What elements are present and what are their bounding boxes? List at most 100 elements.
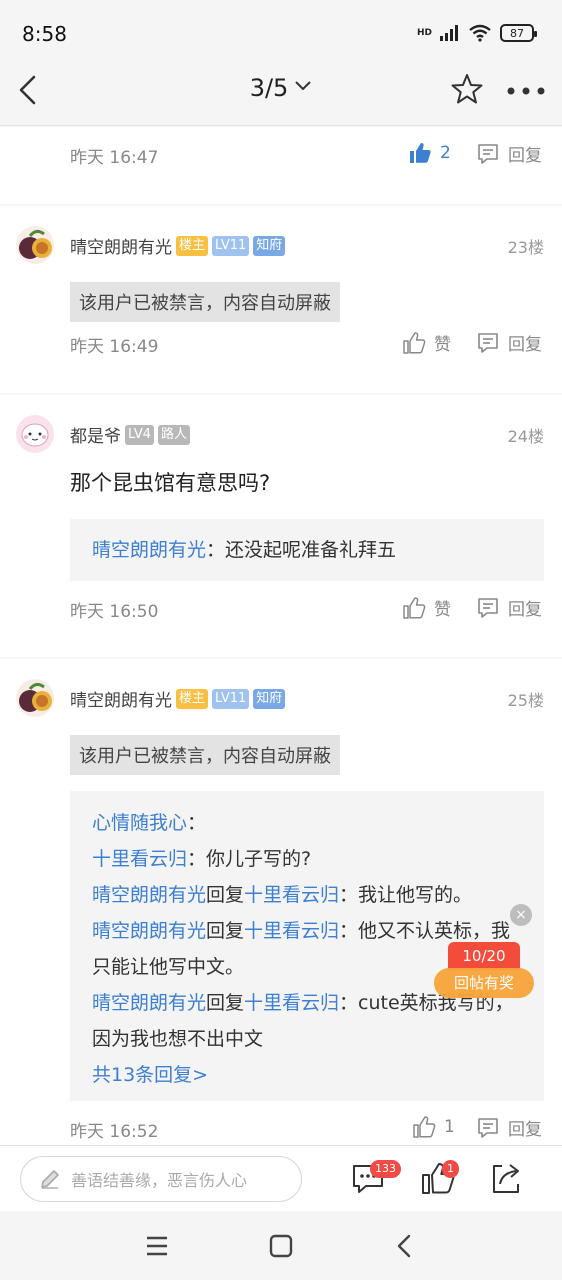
- comment-count-badge: 133: [370, 1160, 401, 1178]
- hd-label: HD: [416, 28, 432, 38]
- status-time: 8:58: [22, 22, 67, 46]
- avatar[interactable]: [16, 415, 54, 453]
- quote-separator: ：: [206, 539, 226, 561]
- sub-reply-text: ：你儿子写的?: [187, 848, 312, 870]
- comment-icon: [478, 332, 498, 353]
- thumbs-up-icon: [403, 331, 426, 354]
- reply-card: 昨天 16:47 2 回复: [0, 127, 562, 204]
- status-bar: 8:58 HD 87: [0, 0, 562, 56]
- comment-icon: [478, 597, 498, 618]
- pencil-icon: [41, 1170, 59, 1189]
- reply-label: 回复: [508, 335, 542, 355]
- floor-number: 23楼: [507, 238, 544, 257]
- username-row: 都是爷 LV4 路人: [70, 422, 190, 447]
- like-label: 赞: [434, 335, 451, 355]
- signal-icon: [440, 25, 458, 41]
- passion-fruit-avatar-icon: [16, 226, 54, 264]
- post-time: 昨天 16:50: [70, 602, 159, 622]
- muted-notice: 该用户已被禁言，内容自动屏蔽: [70, 282, 340, 322]
- title-badge: 知府: [253, 688, 286, 709]
- like-count: 1: [444, 1117, 455, 1137]
- post-time: 昨天 16:52: [70, 1122, 159, 1142]
- level-badge: LV11: [212, 688, 250, 709]
- more-replies-link[interactable]: 共13条回复>: [92, 1057, 522, 1093]
- reply-card: 都是爷 LV4 路人 24楼 那个昆虫馆有意思吗? 晴空朗朗有光：还没起呢准备礼…: [0, 395, 562, 657]
- reply-button[interactable]: 回复: [476, 141, 542, 166]
- sub-reply-text: ：我让他写的。: [339, 884, 473, 906]
- sub-reply[interactable]: 心情随我心：: [92, 805, 522, 841]
- post-time: 昨天 16:49: [70, 337, 159, 357]
- back-icon[interactable]: [392, 1233, 418, 1259]
- sub-reply-target[interactable]: 十里看云归: [244, 884, 339, 906]
- username-row: 晴空朗朗有光 楼主 LV11 知府: [70, 686, 286, 711]
- sub-reply-mid: 回复: [206, 884, 245, 906]
- avatar[interactable]: [16, 226, 54, 264]
- username[interactable]: 晴空朗朗有光: [70, 233, 172, 258]
- reward-label[interactable]: 回帖有奖: [434, 968, 534, 998]
- more-options-icon[interactable]: [506, 86, 546, 96]
- like-button[interactable]: 2: [408, 141, 451, 165]
- sub-reply-mid: 回复: [206, 920, 245, 942]
- home-icon[interactable]: [268, 1233, 294, 1259]
- like-label: 赞: [434, 600, 451, 620]
- floor-number: 24楼: [507, 427, 544, 446]
- avatar[interactable]: [16, 679, 54, 717]
- username[interactable]: 晴空朗朗有光: [70, 686, 172, 711]
- like-button[interactable]: 赞: [402, 595, 451, 620]
- title-badge: 路人: [157, 424, 190, 445]
- star-icon[interactable]: [450, 72, 484, 106]
- reply-label: 回复: [508, 600, 542, 620]
- level-badge: LV4: [125, 424, 154, 445]
- battery-level: 87: [510, 26, 524, 40]
- thumbs-up-icon: [413, 1116, 436, 1138]
- sub-reply-mid: 回复: [206, 992, 245, 1014]
- passion-fruit-avatar-icon: [16, 679, 54, 717]
- comment-icon: [478, 1117, 498, 1138]
- sub-reply-user[interactable]: 晴空朗朗有光: [92, 884, 206, 906]
- reply-button[interactable]: 回复: [476, 595, 542, 620]
- sub-reply[interactable]: 十里看云归：你儿子写的?: [92, 841, 522, 877]
- owner-badge: 楼主: [176, 688, 209, 709]
- like-count: 2: [440, 143, 451, 163]
- sub-reply-text: ：: [187, 812, 207, 834]
- reply-input-placeholder: 善语结善缘，恶言伤人心: [71, 1171, 248, 1190]
- sub-reply-user[interactable]: 心情随我心: [92, 812, 187, 834]
- battery-icon: 87: [500, 24, 537, 42]
- username-row: 晴空朗朗有光 楼主 LV11 知府: [70, 233, 286, 258]
- quoted-reply[interactable]: 晴空朗朗有光：还没起呢准备礼拜五: [70, 519, 544, 581]
- sub-reply-user[interactable]: 晴空朗朗有光: [92, 992, 206, 1014]
- like-button[interactable]: 赞: [402, 330, 451, 355]
- reply-input[interactable]: 善语结善缘，恶言伤人心: [20, 1156, 302, 1202]
- reply-reward-widget[interactable]: × 10/20 回帖有奖: [434, 904, 538, 1000]
- menu-icon[interactable]: [144, 1233, 170, 1259]
- like-button[interactable]: 1: [412, 1115, 455, 1139]
- reply-label: 回复: [508, 146, 542, 166]
- reply-button[interactable]: 回复: [476, 330, 542, 355]
- thumbs-up-filled-icon: [410, 143, 431, 163]
- page-indicator: 3/5: [249, 74, 289, 102]
- close-icon[interactable]: ×: [510, 904, 532, 926]
- sub-reply-target[interactable]: 十里看云归: [244, 992, 339, 1014]
- reward-progress: 10/20: [448, 942, 520, 970]
- system-navigation-bar: [0, 1211, 562, 1280]
- post-time: 昨天 16:47: [70, 148, 159, 168]
- comment-icon: [478, 143, 498, 164]
- top-nav: 3/5: [0, 56, 562, 126]
- sub-reply-user[interactable]: 十里看云归: [92, 848, 187, 870]
- reply-label: 回复: [508, 1120, 542, 1140]
- thumbs-up-icon: [403, 596, 426, 619]
- reply-card: 晴空朗朗有光 楼主 LV11 知府 25楼 该用户已被禁言，内容自动屏蔽 心情随…: [0, 659, 562, 1145]
- like-count-badge: 1: [442, 1160, 459, 1178]
- bottom-action-bar: 善语结善缘，恶言伤人心 133 1: [0, 1145, 562, 1211]
- sub-reply-user[interactable]: 晴空朗朗有光: [92, 920, 206, 942]
- muted-notice: 该用户已被禁言，内容自动屏蔽: [70, 735, 340, 775]
- quote-username[interactable]: 晴空朗朗有光: [92, 539, 206, 561]
- share-icon[interactable]: [488, 1160, 524, 1196]
- sub-reply-target[interactable]: 十里看云归: [244, 920, 339, 942]
- reply-card: 晴空朗朗有光 楼主 LV11 知府 23楼 该用户已被禁言，内容自动屏蔽 昨天 …: [0, 206, 562, 393]
- username[interactable]: 都是爷: [70, 422, 121, 447]
- wifi-icon: [469, 24, 491, 42]
- post-content: 那个昆虫馆有意思吗?: [70, 471, 271, 495]
- reply-button[interactable]: 回复: [476, 1115, 542, 1140]
- floor-number: 25楼: [507, 691, 544, 710]
